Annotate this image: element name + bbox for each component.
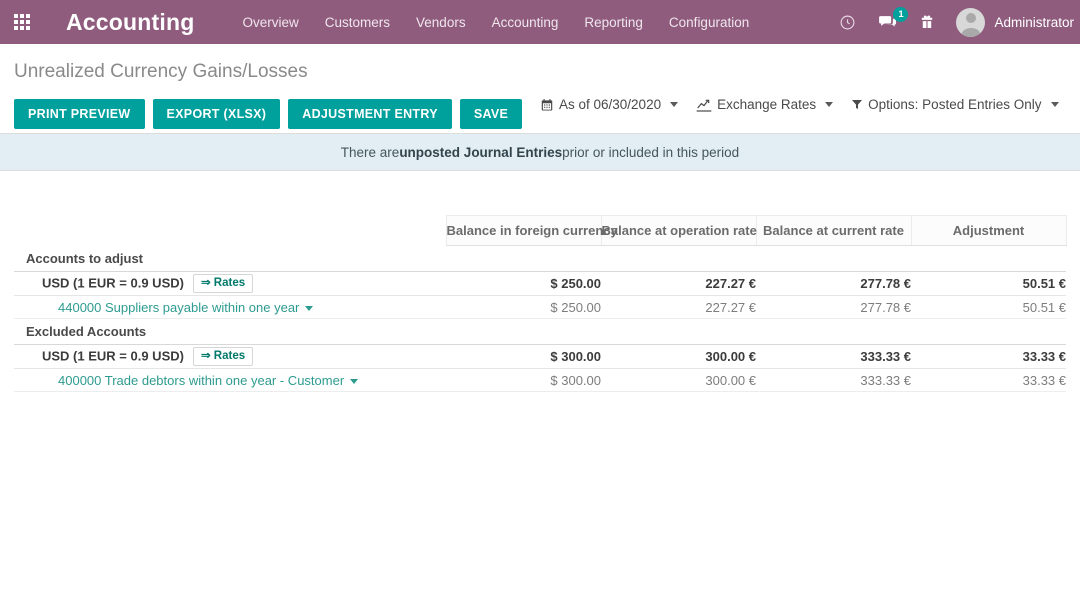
table-row: 400000 Trade debtors within one year - C… (14, 368, 1066, 392)
nav-item-overview[interactable]: Overview (243, 15, 299, 30)
top-navbar: Accounting Overview Customers Vendors Ac… (0, 0, 1080, 44)
clock-icon[interactable] (836, 11, 858, 33)
chart-line-icon (696, 98, 712, 112)
report-toolbar: PRINT PREVIEW EXPORT (XLSX) ADJUSTMENT E… (0, 83, 1080, 133)
unposted-entries-banner: There are unposted Journal Entries prior… (0, 133, 1080, 171)
account-link[interactable]: 440000 Suppliers payable within one year (58, 300, 299, 315)
nav-item-reporting[interactable]: Reporting (584, 15, 643, 30)
user-name: Administrator (994, 14, 1074, 30)
column-header-current-rate: Balance at current rate (755, 215, 912, 246)
apps-grid-icon[interactable] (0, 0, 44, 44)
nav-item-customers[interactable]: Customers (325, 15, 390, 30)
chevron-down-icon[interactable] (305, 305, 314, 311)
gift-icon[interactable] (916, 11, 938, 33)
message-count-badge: 1 (893, 7, 909, 22)
banner-text-bold: unposted Journal Entries (399, 144, 563, 160)
nav-item-accounting[interactable]: Accounting (492, 15, 559, 30)
user-menu[interactable]: Administrator (956, 7, 1078, 37)
total-foreign-currency: $ 250.00 (446, 271, 601, 296)
section-header-row: Excluded Accounts (14, 319, 1066, 345)
options-filter-label: Options: Posted Entries Only (868, 97, 1042, 112)
calendar-icon (540, 98, 554, 112)
page-title: Unrealized Currency Gains/Losses (14, 61, 308, 82)
column-header-operation-rate: Balance at operation rate (600, 215, 757, 246)
adjustment-entry-button[interactable]: ADJUSTMENT ENTRY (288, 98, 452, 130)
row-foreign-currency: $ 300.00 (446, 368, 601, 392)
account-cell: 440000 Suppliers payable within one year (14, 295, 446, 319)
date-filter-label: As of 06/30/2020 (559, 97, 662, 112)
report-body: Balance in foreign currency Balance at o… (0, 215, 1080, 392)
user-avatar-icon (956, 7, 986, 37)
chevron-down-icon (1050, 102, 1059, 107)
row-operation-rate: 300.00 € (601, 368, 756, 392)
navbar-right-tools: 1 Administrator (836, 0, 1080, 44)
total-foreign-currency: $ 300.00 (446, 344, 601, 369)
rates-badge[interactable]: ⇒ Rates (192, 346, 254, 367)
nav-item-configuration[interactable]: Configuration (669, 15, 749, 30)
column-header-adjustment: Adjustment (910, 215, 1067, 246)
currency-label: USD (1 EUR = 0.9 USD) (42, 347, 184, 363)
currency-total-label-cell: USD (1 EUR = 0.9 USD) ⇒ Rates (14, 344, 446, 369)
total-operation-rate: 300.00 € (601, 344, 756, 369)
chevron-down-icon (670, 102, 679, 107)
row-adjustment: 33.33 € (911, 368, 1066, 392)
nav-menu: Overview Customers Vendors Accounting Re… (243, 15, 750, 30)
table-header-row: Balance in foreign currency Balance at o… (14, 215, 1067, 246)
header-blank (14, 216, 446, 246)
filter-icon (851, 98, 863, 111)
currency-total-row: USD (1 EUR = 0.9 USD) ⇒ Rates $ 250.00 22… (14, 271, 1066, 296)
total-adjustment: 50.51 € (911, 271, 1066, 296)
row-foreign-currency: $ 250.00 (446, 295, 601, 319)
nav-item-vendors[interactable]: Vendors (416, 15, 466, 30)
exchange-rates-label: Exchange Rates (717, 97, 817, 112)
print-preview-button[interactable]: PRINT PREVIEW (14, 98, 145, 130)
currency-total-row: USD (1 EUR = 0.9 USD) ⇒ Rates $ 300.00 30… (14, 344, 1066, 369)
total-adjustment: 33.33 € (911, 344, 1066, 369)
total-current-rate: 333.33 € (756, 344, 911, 369)
chat-bubble-icon[interactable]: 1 (876, 7, 909, 33)
unrealized-gains-losses-table: Balance in foreign currency Balance at o… (14, 215, 1067, 392)
chevron-down-icon (825, 102, 834, 107)
banner-text-suffix: prior or included in this period (562, 144, 740, 160)
banner-text-prefix: There are (340, 144, 400, 160)
rates-badge[interactable]: ⇒ Rates (192, 273, 254, 294)
account-cell: 400000 Trade debtors within one year - C… (14, 368, 446, 392)
total-current-rate: 277.78 € (756, 271, 911, 296)
table-row: 440000 Suppliers payable within one year… (14, 295, 1066, 319)
chevron-down-icon[interactable] (350, 378, 359, 384)
row-adjustment: 50.51 € (911, 295, 1066, 319)
currency-total-label-cell: USD (1 EUR = 0.9 USD) ⇒ Rates (14, 271, 446, 296)
section-header-row: Accounts to adjust (14, 246, 1066, 272)
save-button[interactable]: SAVE (459, 98, 523, 130)
row-current-rate: 277.78 € (756, 295, 911, 319)
section-title: Excluded Accounts (26, 324, 147, 339)
column-header-foreign-currency: Balance in foreign currency (445, 215, 618, 246)
row-current-rate: 333.33 € (756, 368, 911, 392)
options-filter[interactable]: Options: Posted Entries Only (851, 97, 1059, 112)
account-link[interactable]: 400000 Trade debtors within one year - C… (58, 373, 344, 388)
export-xlsx-button[interactable]: EXPORT (XLSX) (152, 98, 281, 130)
currency-label: USD (1 EUR = 0.9 USD) (42, 274, 184, 290)
date-filter[interactable]: As of 06/30/2020 (540, 97, 679, 112)
report-filters: As of 06/30/2020 Exchange Rates Options:… (540, 97, 1059, 112)
exchange-rates-filter[interactable]: Exchange Rates (696, 97, 834, 112)
row-operation-rate: 227.27 € (601, 295, 756, 319)
app-brand[interactable]: Accounting (66, 9, 195, 36)
total-operation-rate: 227.27 € (601, 271, 756, 296)
section-title: Accounts to adjust (26, 250, 144, 266)
